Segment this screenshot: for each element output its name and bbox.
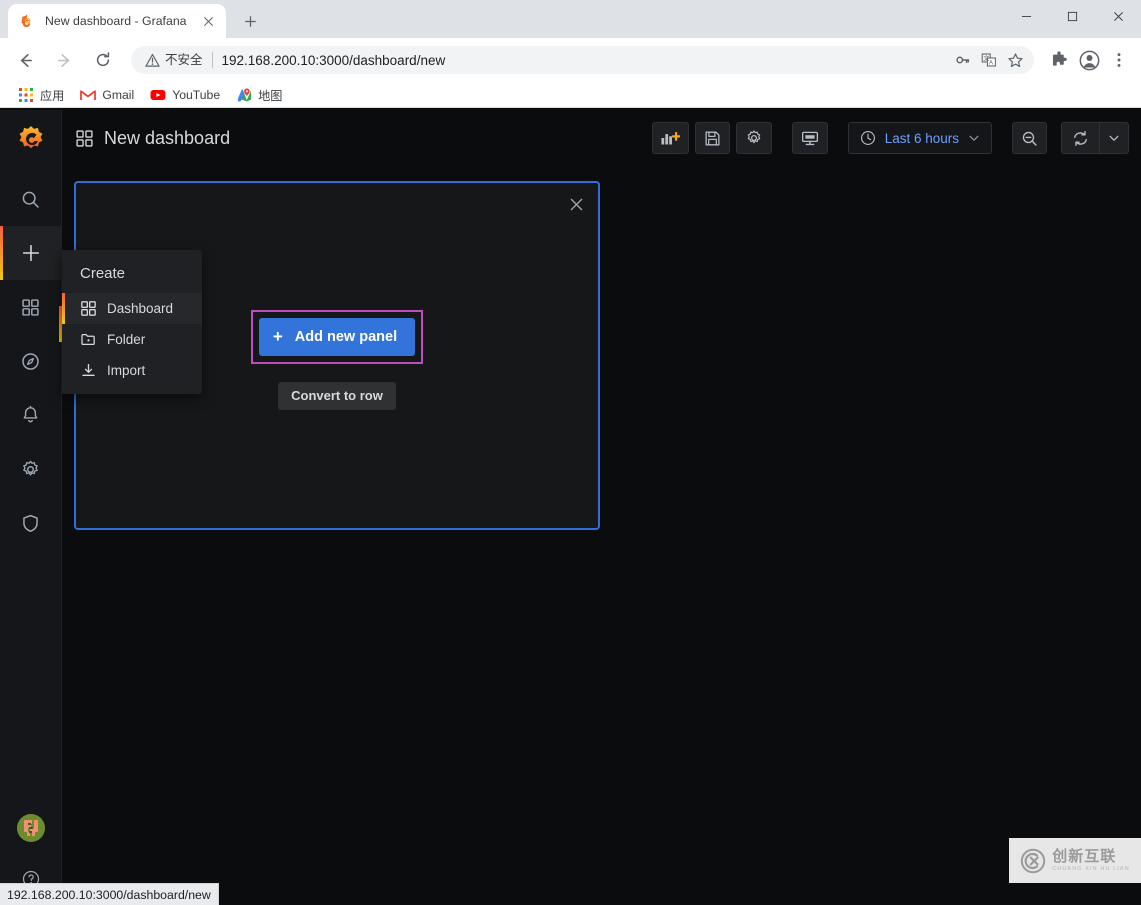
save-button[interactable] — [694, 122, 730, 154]
bookmark-label: YouTube — [172, 87, 221, 102]
bookmark-gmail[interactable]: Gmail — [72, 84, 142, 106]
convert-to-row-label: Convert to row — [291, 388, 383, 403]
new-tab-button[interactable] — [236, 7, 264, 35]
minimize-icon[interactable] — [1003, 0, 1049, 32]
browser-toolbar: 不安全 192.168.200.10:3000/dashboard/new 文 … — [0, 38, 1141, 82]
sidebar-item-dashboards[interactable] — [0, 280, 62, 334]
sidebar-item-alerting[interactable] — [0, 388, 62, 442]
sidebar-item-server-admin[interactable] — [0, 496, 62, 550]
create-menu-item-folder[interactable]: Folder — [62, 324, 202, 355]
grafana-sidebar — [0, 110, 62, 905]
status-bar-link-preview: 192.168.200.10:3000/dashboard/new — [0, 883, 219, 905]
watermark-cn: 创新互联 — [1052, 847, 1117, 865]
import-download-icon — [80, 363, 96, 379]
sidebar-item-explore[interactable] — [0, 334, 62, 388]
sidebar-item-configuration[interactable] — [0, 442, 62, 496]
dashboard-title: New dashboard — [104, 127, 231, 148]
extension-icons — [1041, 46, 1133, 74]
avatar[interactable] — [0, 803, 62, 853]
maximize-icon[interactable] — [1049, 0, 1095, 32]
zoom-out-time-button[interactable] — [1012, 122, 1047, 154]
time-range-label: Last 6 hours — [884, 130, 959, 146]
grafana-logo-icon — [19, 13, 36, 30]
dashboard-settings-button[interactable] — [735, 122, 772, 154]
create-menu-label: Folder — [107, 332, 146, 347]
create-dropdown-menu: Create Dashboard Folder Import — [62, 250, 202, 394]
watermark: 创新互联 CHUANG XIN HU LIAN — [1009, 838, 1141, 883]
maps-icon — [236, 87, 252, 103]
grafana-app: New dashboard Last 6 hours + Add new pan… — [0, 110, 1141, 905]
bookmark-label: Gmail — [102, 87, 135, 102]
sidebar-item-search[interactable] — [0, 172, 62, 226]
convert-to-row-button[interactable]: Convert to row — [278, 381, 396, 410]
url-text: 192.168.200.10:3000/dashboard/new — [221, 52, 446, 68]
add-new-panel-label: Add new panel — [294, 328, 398, 345]
plus-icon: + — [272, 327, 283, 346]
translate-icon[interactable]: 文 A — [976, 47, 1002, 73]
grafana-logo-icon[interactable] — [0, 110, 62, 172]
browser-titlebar: New dashboard - Grafana — [0, 0, 1141, 38]
folder-plus-icon — [80, 332, 96, 348]
reload-icon[interactable] — [88, 45, 118, 75]
bookmarks-bar: 应用 Gmail YouTube 地图 — [0, 82, 1141, 108]
page-title[interactable]: New dashboard — [76, 128, 230, 149]
cx-circle-logo-icon — [1020, 848, 1046, 874]
browser-tab[interactable]: New dashboard - Grafana — [8, 4, 226, 38]
tv-mode-button[interactable] — [791, 122, 828, 154]
watermark-en: CHUANG XIN HU LIAN — [1052, 865, 1130, 872]
watermark-text: 创新互联 CHUANG XIN HU LIAN — [1052, 849, 1130, 873]
star-icon[interactable] — [1002, 47, 1028, 73]
dashboards-grid-icon — [80, 301, 96, 317]
profile-avatar-icon[interactable] — [1075, 46, 1103, 74]
create-menu-item-import[interactable]: Import — [62, 355, 202, 386]
dashboard-header: New dashboard Last 6 hours — [62, 110, 1141, 166]
warning-triangle-icon — [145, 53, 160, 68]
create-menu-label: Import — [107, 363, 146, 378]
browser-window: New dashboard - Grafana 不安全 192.168.200.… — [0, 0, 1141, 905]
key-icon[interactable] — [950, 47, 976, 73]
clock-icon — [860, 130, 876, 146]
security-status-label: 不安全 — [165, 52, 213, 68]
create-menu-title: Create — [80, 265, 126, 282]
apps-grid-icon — [18, 87, 34, 103]
youtube-icon — [150, 87, 166, 103]
forward-arrow-icon[interactable] — [49, 45, 79, 75]
gmail-icon — [80, 87, 97, 103]
bookmark-label: 地图 — [258, 88, 283, 103]
window-controls — [1003, 0, 1141, 38]
status-bar-url: 192.168.200.10:3000/dashboard/new — [7, 887, 211, 902]
bookmark-youtube[interactable]: YouTube — [142, 84, 228, 106]
add-new-panel-button[interactable]: + Add new panel — [258, 317, 416, 356]
window-close-icon[interactable] — [1095, 0, 1141, 32]
bookmark-label: 应用 — [40, 88, 65, 103]
refresh-control-group — [1061, 122, 1129, 154]
puzzle-piece-icon[interactable] — [1045, 46, 1073, 74]
add-panel-button[interactable] — [651, 122, 689, 154]
tab-close-icon[interactable] — [199, 12, 218, 31]
time-range-picker[interactable]: Last 6 hours — [847, 122, 992, 154]
dashboard-toolbar: Last 6 hours — [651, 122, 1129, 154]
tab-title: New dashboard - Grafana — [45, 14, 187, 28]
bookmark-apps[interactable]: 应用 — [10, 83, 72, 107]
three-dots-menu-icon[interactable] — [1105, 46, 1133, 74]
chevron-down-icon — [968, 132, 980, 144]
refresh-button[interactable] — [1061, 122, 1099, 154]
user-avatar-identicon — [16, 814, 45, 842]
add-new-panel-highlight: + Add new panel — [250, 309, 424, 364]
back-arrow-icon[interactable] — [10, 45, 40, 75]
address-bar[interactable]: 不安全 192.168.200.10:3000/dashboard/new 文 … — [131, 46, 1034, 74]
dashboards-grid-icon — [76, 129, 93, 147]
svg-text:A: A — [989, 61, 993, 67]
sidebar-item-create[interactable] — [0, 226, 62, 280]
create-menu-item-dashboard[interactable]: Dashboard — [62, 293, 202, 324]
bookmark-maps[interactable]: 地图 — [228, 83, 290, 107]
refresh-interval-dropdown[interactable] — [1099, 122, 1129, 154]
create-menu-label: Dashboard — [107, 301, 174, 316]
